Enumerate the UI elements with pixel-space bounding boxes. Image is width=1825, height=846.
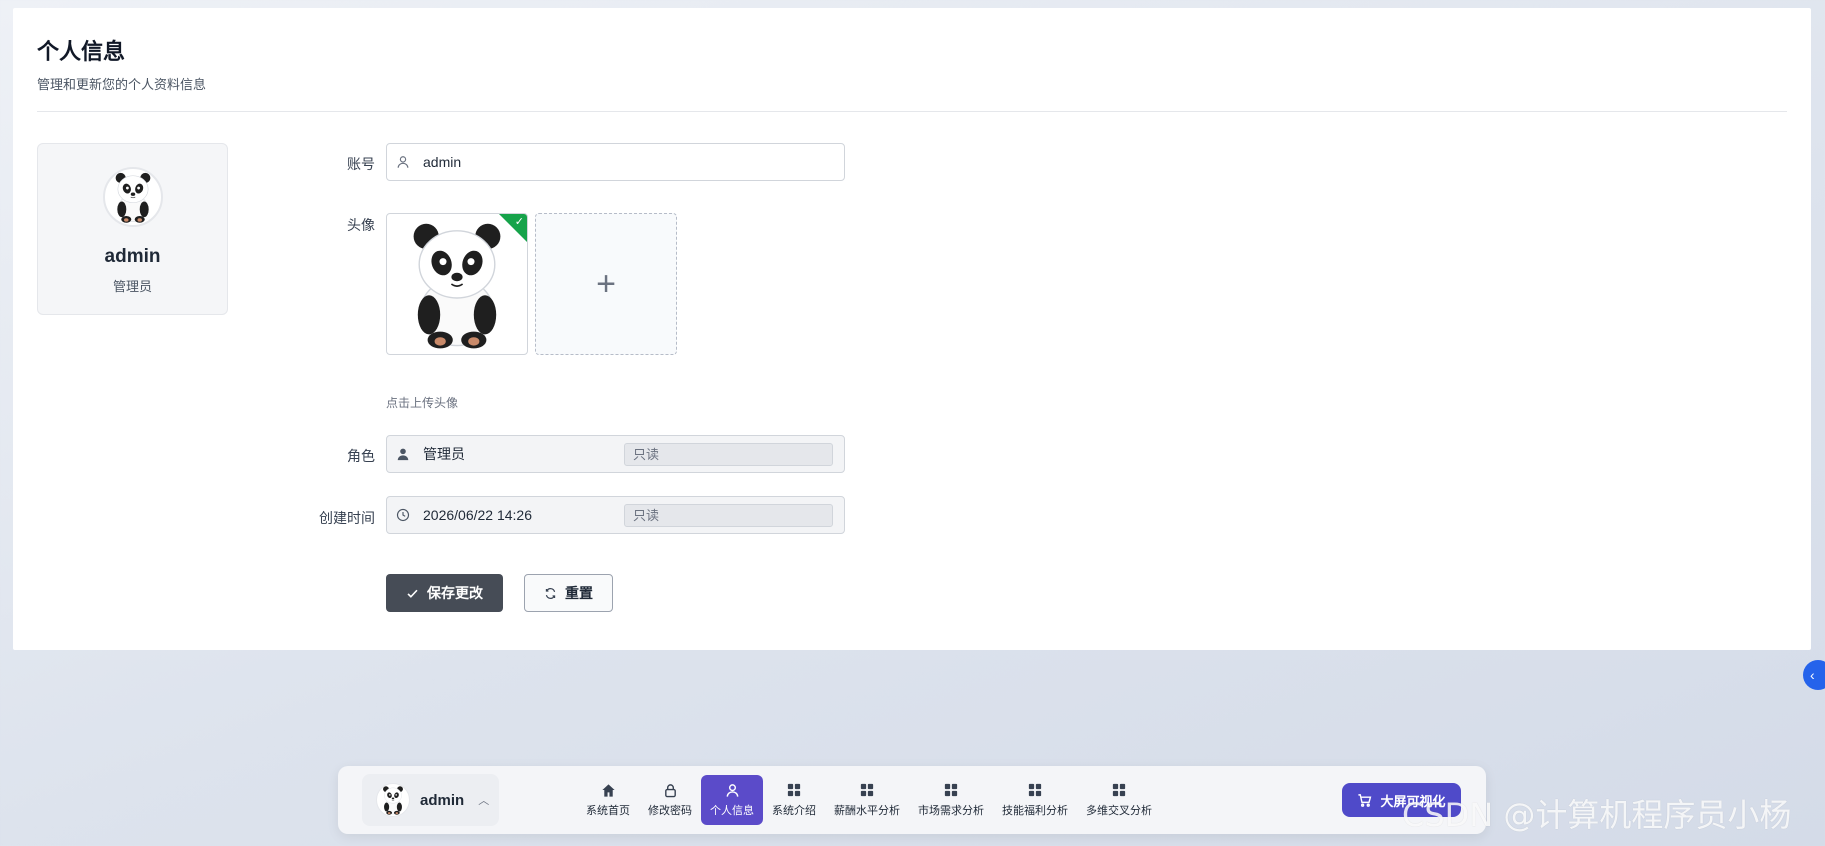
profile-page-card: 个人信息 管理和更新您的个人资料信息 admin 管理员 账号 admin 头像… [13, 8, 1811, 650]
avatar-upload-button[interactable]: + [535, 213, 677, 355]
nav-item-home[interactable]: 系统首页 [577, 775, 639, 825]
bottom-dock: admin ︿ 系统首页 修改密码 个人信息 系统介绍 薪酬水平分析 市场需求分… [338, 766, 1486, 834]
dock-user-menu[interactable]: admin ︿ [362, 774, 499, 826]
grid-icon [786, 782, 802, 798]
panda-avatar-icon [377, 784, 409, 816]
nav-item-profile[interactable]: 个人信息 [701, 775, 763, 825]
created-value: 2026/06/22 14:26 [423, 507, 532, 523]
nav-item-market-analysis[interactable]: 市场需求分析 [909, 775, 993, 825]
created-field: 2026/06/22 14:26 只读 [386, 496, 845, 534]
panda-avatar-icon [105, 169, 161, 225]
grid-icon [859, 782, 875, 798]
role-field: 管理员 只读 [386, 435, 845, 473]
avatar [103, 167, 163, 227]
grid-icon [943, 782, 959, 798]
account-label: 账号 [347, 156, 375, 172]
lock-icon [662, 782, 678, 798]
page-title: 个人信息 [37, 39, 126, 64]
grid-icon [1027, 782, 1043, 798]
account-value: admin [423, 154, 462, 170]
nav-item-system-intro[interactable]: 系统介绍 [763, 775, 825, 825]
nav-item-skills-analysis[interactable]: 技能福利分析 [993, 775, 1077, 825]
reset-button[interactable]: 重置 [524, 574, 613, 612]
watermark: CSDN @计算机程序员小杨 [1402, 796, 1792, 834]
avatar [376, 783, 410, 817]
role-value: 管理员 [423, 446, 465, 462]
nav-item-label: 系统首页 [586, 805, 630, 817]
readonly-badge: 只读 [624, 504, 833, 527]
created-label: 创建时间 [319, 510, 375, 526]
profile-name: admin [104, 246, 161, 267]
page-subtitle: 管理和更新您的个人资料信息 [37, 77, 207, 92]
dock-nav: 系统首页 修改密码 个人信息 系统介绍 薪酬水平分析 市场需求分析 技能福利分析… [577, 771, 1161, 829]
nav-item-label: 市场需求分析 [918, 805, 984, 817]
nav-item-label: 薪酬水平分析 [834, 805, 900, 817]
grid-icon [1111, 782, 1127, 798]
save-button[interactable]: 保存更改 [386, 574, 503, 612]
dock-username: admin [420, 791, 465, 809]
home-icon [600, 782, 616, 798]
account-field[interactable]: admin [386, 143, 845, 181]
chevron-left-icon: ‹ [1810, 667, 1815, 683]
profile-role: 管理员 [112, 279, 152, 294]
chevron-up-icon: ︿ [478, 795, 490, 807]
avatar-preview[interactable]: ✓ [386, 213, 528, 355]
reset-button-label: 重置 [565, 585, 593, 601]
plus-icon: + [596, 264, 616, 303]
check-icon [407, 589, 418, 598]
save-button-label: 保存更改 [427, 585, 483, 601]
avatar-label: 头像 [347, 217, 375, 233]
readonly-badge: 只读 [624, 443, 833, 466]
nav-item-label: 修改密码 [648, 805, 692, 817]
user-icon [395, 154, 411, 170]
role-label: 角色 [347, 448, 375, 464]
nav-item-label: 技能福利分析 [1002, 805, 1068, 817]
nav-item-label: 系统介绍 [772, 805, 816, 817]
clock-icon [395, 507, 411, 523]
cart-icon [1358, 793, 1372, 807]
nav-item-label: 个人信息 [710, 805, 754, 817]
header-divider [37, 111, 1787, 112]
profile-summary-card: admin 管理员 [37, 143, 228, 315]
refresh-icon [545, 587, 556, 599]
user-icon [724, 782, 740, 798]
nav-item-salary-analysis[interactable]: 薪酬水平分析 [825, 775, 909, 825]
upload-hint: 点击上传头像 [386, 396, 459, 410]
nav-item-cross-analysis[interactable]: 多维交叉分析 [1077, 775, 1161, 825]
nav-item-change-password[interactable]: 修改密码 [639, 775, 701, 825]
side-collapse-toggle[interactable]: ‹ [1803, 660, 1825, 690]
nav-item-label: 多维交叉分析 [1086, 805, 1152, 817]
check-icon: ✓ [514, 216, 524, 228]
person-icon [395, 446, 411, 462]
